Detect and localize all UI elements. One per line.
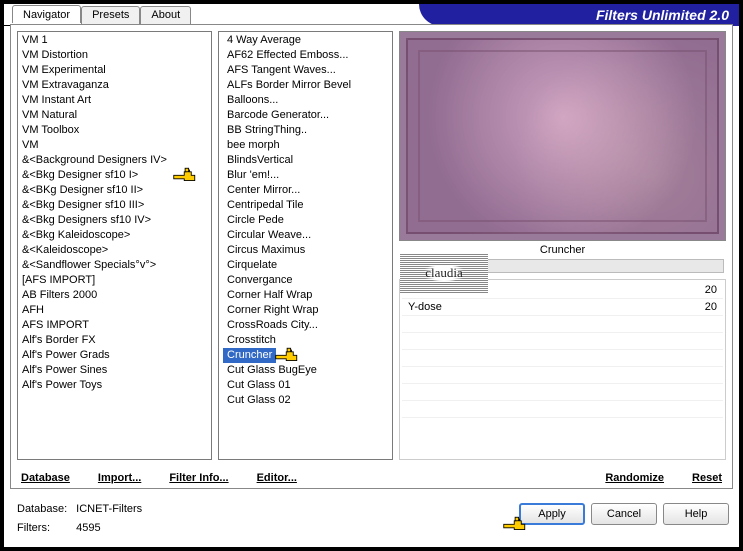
app-title: Filters Unlimited 2.0: [419, 4, 739, 26]
list-item[interactable]: ALFs Border Mirror Bevel: [223, 79, 355, 91]
list-item[interactable]: VM Distortion: [18, 48, 211, 63]
list-item[interactable]: &<Bkg Designers sf10 IV>: [18, 213, 211, 228]
list-item[interactable]: Convergance: [223, 274, 296, 286]
filter-list[interactable]: 4 Way Average AF62 Effected Emboss... AFS …: [218, 31, 393, 460]
param-row-empty: [402, 384, 723, 401]
list-item[interactable]: 4 Way Average: [223, 34, 305, 46]
list-item[interactable]: Cirquelate: [223, 259, 281, 271]
list-item[interactable]: Circular Weave...: [223, 229, 315, 241]
param-row-empty: [402, 367, 723, 384]
navigator-panel: VM 1VM DistortionVM ExperimentalVM Extra…: [10, 24, 733, 489]
right-pane: Cruncher X-dose20Y-dose20: [399, 31, 726, 460]
list-item[interactable]: Alf's Power Grads: [18, 348, 211, 363]
list-item[interactable]: BB StringThing..: [223, 124, 311, 136]
param-row-empty: [402, 316, 723, 333]
list-item[interactable]: CrossRoads City...: [223, 319, 322, 331]
list-item[interactable]: Center Mirror...: [223, 184, 304, 196]
database-label: Database:: [16, 501, 73, 518]
list-item[interactable]: Corner Half Wrap: [223, 289, 316, 301]
tab-presets[interactable]: Presets: [81, 6, 140, 24]
footer: Database: ICNET-Filters Filters: 4595 Ap…: [10, 493, 733, 543]
tab-navigator[interactable]: Navigator: [12, 5, 81, 23]
param-row[interactable]: Y-dose 20: [402, 299, 723, 316]
reset-link[interactable]: Reset: [692, 472, 722, 484]
editor-link[interactable]: Editor...: [257, 472, 297, 484]
list-item[interactable]: &<BKg Designer sf10 II>: [18, 183, 211, 198]
param-row-empty: [402, 350, 723, 367]
database-link[interactable]: Database: [21, 472, 70, 484]
list-item[interactable]: Cruncher: [223, 348, 276, 363]
list-item[interactable]: Balloons...: [223, 94, 282, 106]
parameter-list[interactable]: X-dose20Y-dose20: [399, 279, 726, 460]
list-item[interactable]: AF62 Effected Emboss...: [223, 49, 352, 61]
list-item[interactable]: VM 1: [18, 33, 211, 48]
list-item[interactable]: &<Bkg Designer sf10 III>: [18, 198, 211, 213]
list-item[interactable]: &<Bkg Kaleidoscope>: [18, 228, 211, 243]
list-item[interactable]: Centripedal Tile: [223, 199, 307, 211]
list-item[interactable]: AB Filters 2000: [18, 288, 211, 303]
list-item[interactable]: Circus Maximus: [223, 244, 309, 256]
list-item[interactable]: Alf's Border FX: [18, 333, 211, 348]
list-item[interactable]: VM: [18, 138, 211, 153]
filter-info-link[interactable]: Filter Info...: [169, 472, 228, 484]
list-item[interactable]: VM Instant Art: [18, 93, 211, 108]
list-item[interactable]: Crosstitch: [223, 334, 280, 346]
tab-strip: Navigator Presets About: [12, 5, 191, 23]
watermark: claudia: [400, 253, 488, 293]
list-item[interactable]: Alf's Power Sines: [18, 363, 211, 378]
list-item[interactable]: VM Natural: [18, 108, 211, 123]
list-item[interactable]: &<Background Designers IV>: [18, 153, 211, 168]
list-item[interactable]: Cut Glass 02: [223, 394, 295, 406]
list-item[interactable]: VM Experimental: [18, 63, 211, 78]
help-button[interactable]: Help: [663, 503, 729, 525]
param-row-empty: [402, 333, 723, 350]
list-item[interactable]: AFS Tangent Waves...: [223, 64, 340, 76]
list-item[interactable]: VM Toolbox: [18, 123, 211, 138]
list-item[interactable]: Circle Pede: [223, 214, 288, 226]
list-item[interactable]: &<Bkg Designer sf10 I>: [18, 168, 211, 183]
preview-image: [399, 31, 726, 241]
param-value: 20: [705, 284, 717, 296]
list-item[interactable]: Alf's Power Toys: [18, 378, 211, 393]
filters-value: 4595: [75, 520, 143, 537]
cancel-button[interactable]: Cancel: [591, 503, 657, 525]
list-item[interactable]: [AFS IMPORT]: [18, 273, 211, 288]
param-row-empty: [402, 401, 723, 418]
param-name: Y-dose: [408, 301, 442, 313]
apply-button[interactable]: Apply: [519, 503, 585, 525]
list-item[interactable]: bee morph: [223, 139, 284, 151]
list-item[interactable]: Cut Glass 01: [223, 379, 295, 391]
list-item[interactable]: Cut Glass BugEye: [223, 364, 321, 376]
category-list[interactable]: VM 1VM DistortionVM ExperimentalVM Extra…: [17, 31, 212, 460]
list-item[interactable]: Barcode Generator...: [223, 109, 333, 121]
list-item[interactable]: &<Kaleidoscope>: [18, 243, 211, 258]
footer-info: Database: ICNET-Filters Filters: 4595: [14, 499, 145, 539]
import-link[interactable]: Import...: [98, 472, 141, 484]
list-item[interactable]: Blur 'em!...: [223, 169, 283, 181]
tab-about[interactable]: About: [140, 6, 191, 24]
database-value: ICNET-Filters: [75, 501, 143, 518]
list-item[interactable]: VM Extravaganza: [18, 78, 211, 93]
list-item[interactable]: Corner Right Wrap: [223, 304, 323, 316]
list-item[interactable]: AFS IMPORT: [18, 318, 211, 333]
filters-label: Filters:: [16, 520, 73, 537]
list-item[interactable]: BlindsVertical: [223, 154, 297, 166]
list-item[interactable]: &<Sandflower Specials°v°>: [18, 258, 211, 273]
bottom-link-bar: Database Import... Filter Info... Editor…: [21, 472, 722, 484]
param-value: 20: [705, 301, 717, 313]
list-item[interactable]: AFH: [18, 303, 211, 318]
randomize-link[interactable]: Randomize: [605, 472, 664, 484]
